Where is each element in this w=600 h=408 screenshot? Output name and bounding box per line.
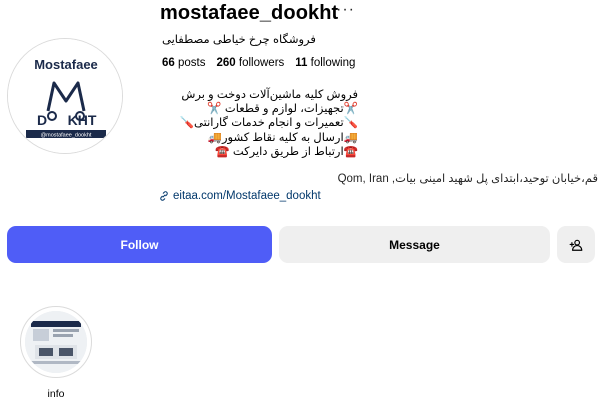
svg-text:@mostafaee_dookht: @mostafaee_dookht	[41, 133, 92, 139]
svg-text:D: D	[37, 112, 47, 128]
svg-text:Mostafaee: Mostafaee	[34, 57, 98, 72]
following-count: 11	[295, 57, 308, 69]
suggested-people-button[interactable]	[557, 226, 595, 263]
highlight-label: info	[47, 388, 65, 400]
bio-line: ✂️تجهیزات، لوازم و قطعات ✂️	[207, 103, 358, 116]
profile-username: mostafaee_dookht	[160, 2, 339, 24]
ellipsis-icon[interactable]: ···	[336, 1, 355, 19]
profile-bio: فروش کلیه ماشین‌آلات دوخت و برش ✂️تجهیزا…	[158, 88, 358, 159]
person-add-icon	[569, 239, 583, 251]
following-label: following	[310, 57, 356, 69]
profile-avatar[interactable]: Mostafaee D KHT @mostafaee_dookht	[7, 38, 123, 154]
posts-label: posts	[178, 57, 206, 69]
profile-link[interactable]: eitaa.com/Mostafaee_dookht	[158, 190, 321, 202]
posts-count: 66	[162, 57, 175, 69]
followers-count: 260	[216, 57, 236, 69]
message-button-label: Message	[389, 237, 440, 252]
bio-line: ☎️ارتباط از طریق دایرکت ☎️	[215, 145, 358, 158]
follow-button[interactable]: Follow	[7, 226, 272, 263]
svg-text:KHT: KHT	[68, 112, 97, 128]
message-button[interactable]: Message	[279, 226, 550, 263]
highlight-cover-image	[25, 311, 87, 373]
bio-line: 🪛تعمیرات و انجام خدمات گارانتی🪛	[179, 117, 358, 130]
highlight-info[interactable]	[20, 306, 92, 378]
profile-full-name: فروشگاه چرخ خیاطی مصطفایی	[162, 34, 316, 46]
followers-stat[interactable]: 260 followers	[217, 57, 285, 69]
bio-line: فروش کلیه ماشین‌آلات دوخت و برش	[181, 89, 358, 101]
highlight-thumbnail	[25, 311, 87, 373]
followers-label: followers	[238, 57, 285, 69]
profile-link-text[interactable]: eitaa.com/Mostafaee_dookht	[173, 190, 321, 202]
following-stat[interactable]: 11 following	[295, 57, 355, 69]
profile-stats: 66 posts 260 followers 11 following	[162, 57, 355, 69]
mostafaee-logo: Mostafaee D KHT @mostafaee_dookht	[8, 39, 122, 153]
follow-button-label: Follow	[120, 237, 159, 252]
posts-stat: 66 posts	[162, 57, 206, 69]
bio-line: 🚚ارسال به کلیه نقاط کشور🚚	[207, 131, 358, 144]
profile-location: قم،خیابان توحید،ابتدای پل شهید امینی بیا…	[337, 173, 598, 185]
link-icon	[160, 191, 168, 201]
